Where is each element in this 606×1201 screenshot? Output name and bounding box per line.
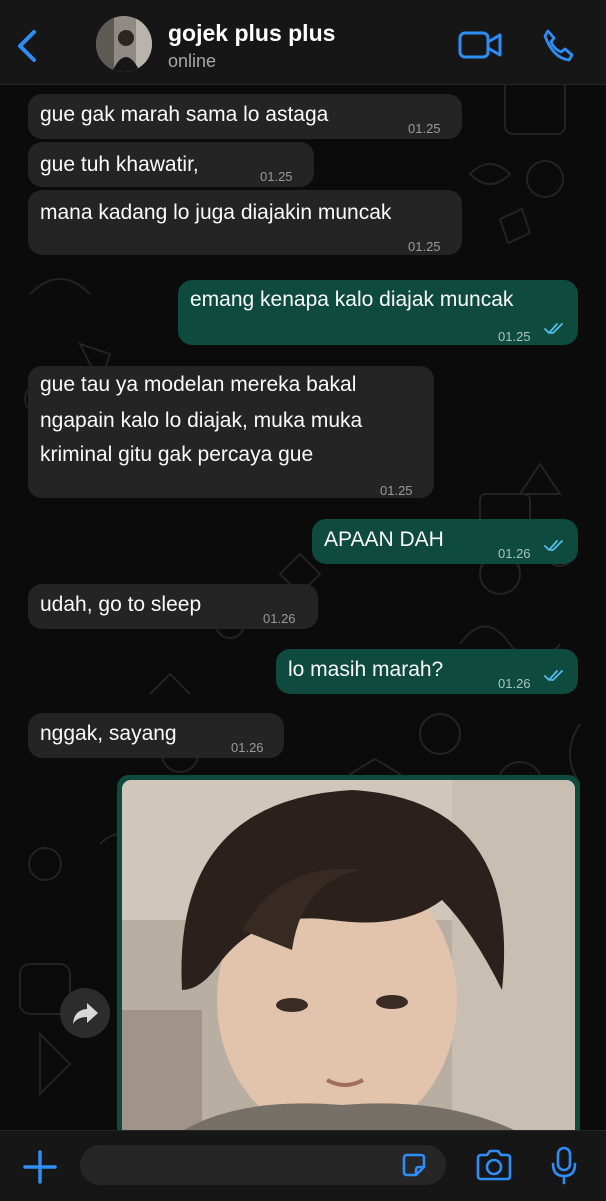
message-text: APAAN DAH: [324, 528, 444, 551]
message-time: 01.25: [408, 239, 441, 254]
message-time: 01.25: [408, 121, 441, 136]
message-text: udah, go to sleep: [40, 593, 202, 616]
message-text: nggak, sayang: [40, 722, 177, 745]
message-time: 01.25: [380, 483, 413, 498]
message-text: gue gak marah sama lo astaga: [40, 103, 329, 126]
chevron-left-icon[interactable]: [8, 26, 44, 66]
forward-button[interactable]: [60, 988, 110, 1038]
portrait-photo: [122, 780, 575, 1145]
forward-arrow-icon: [73, 1003, 98, 1024]
contact-name[interactable]: gojek plus plus: [168, 20, 335, 47]
message-time: 01.26: [498, 546, 531, 561]
message-text: mana kadang lo juga diajakin muncak: [40, 201, 392, 224]
message-time: 01.26: [263, 611, 296, 626]
message-text: gue tuh khawatir,: [40, 153, 199, 176]
read-ticks-icon: [544, 540, 563, 552]
message-input[interactable]: [80, 1145, 446, 1185]
message-time: 01.26: [231, 740, 264, 755]
avatar[interactable]: [96, 16, 152, 72]
message-time: 01.25: [498, 329, 531, 344]
photo-message[interactable]: [117, 775, 580, 1145]
sticker-icon[interactable]: [400, 1151, 428, 1179]
message-text: lo masih marah?: [288, 658, 444, 681]
message-bubble-incoming[interactable]: gue gak marah sama lo astaga 01.25: [28, 94, 462, 139]
photo-image[interactable]: [122, 780, 575, 1145]
chat-header: gojek plus plus online: [0, 0, 606, 85]
message-bubble-incoming[interactable]: udah, go to sleep 01.26: [28, 584, 318, 629]
contact-status: online: [168, 51, 217, 71]
avatar-image: [96, 16, 152, 72]
message-input-bar: [0, 1130, 606, 1201]
phone-icon[interactable]: [540, 28, 574, 62]
microphone-icon[interactable]: [549, 1146, 579, 1186]
message-bubble-outgoing[interactable]: APAAN DAH 01.26: [312, 519, 578, 564]
message-time: 01.26: [498, 676, 531, 691]
read-ticks-icon: [544, 670, 563, 682]
message-bubble-incoming[interactable]: gue tuh khawatir, 01.25: [28, 142, 314, 187]
read-ticks-icon: [544, 323, 563, 335]
message-bubble-outgoing[interactable]: emang kenapa kalo diajak muncak 01.25: [178, 280, 578, 345]
message-time: 01.25: [260, 169, 293, 184]
message-text-line: kriminal gitu gak percaya gue: [40, 443, 314, 466]
message-bubble-incoming[interactable]: mana kadang lo juga diajakin muncak 01.2…: [28, 190, 462, 255]
message-text-line: ngapain kalo lo diajak, muka muka: [40, 409, 363, 432]
camera-icon[interactable]: [474, 1149, 514, 1183]
message-bubble-incoming[interactable]: gue tau ya modelan mereka bakal ngapain …: [28, 366, 434, 498]
video-camera-icon[interactable]: [458, 30, 502, 60]
message-text: emang kenapa kalo diajak muncak: [190, 288, 514, 311]
message-bubble-incoming[interactable]: nggak, sayang 01.26: [28, 713, 284, 758]
message-bubble-outgoing[interactable]: lo masih marah? 01.26: [276, 649, 578, 694]
message-text-line: gue tau ya modelan mereka bakal: [40, 373, 357, 396]
plus-icon[interactable]: [22, 1149, 58, 1185]
